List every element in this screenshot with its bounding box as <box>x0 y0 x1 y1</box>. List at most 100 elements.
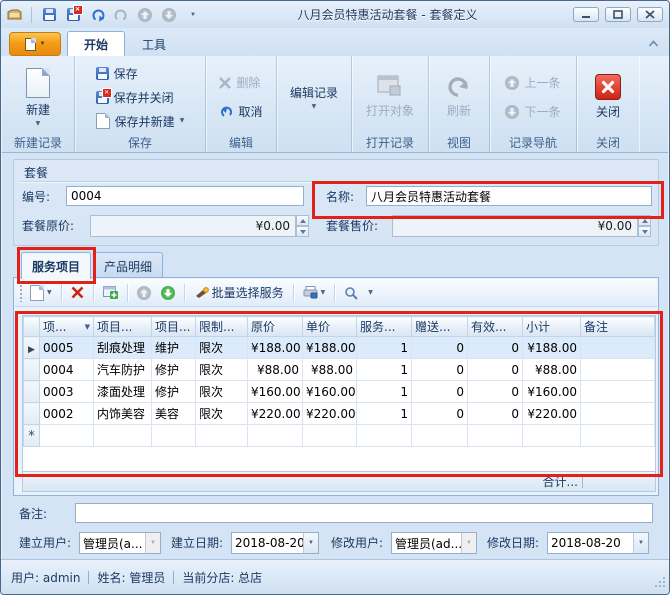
minimize-button[interactable] <box>573 7 599 22</box>
table-row[interactable]: ▶ 0005 刮痕处理 维护 限次 ¥188.00 ¥188.00 1 0 0 … <box>24 337 655 359</box>
cell[interactable]: 0 <box>468 337 523 359</box>
cell[interactable]: ¥160.00 <box>523 381 581 403</box>
batch-select-service-button[interactable]: 批量选择服务 <box>191 282 287 303</box>
cell[interactable]: 0 <box>468 403 523 425</box>
tab-start[interactable]: 开始 <box>67 31 125 56</box>
cell[interactable]: 限次 <box>196 359 248 381</box>
cell[interactable]: 0003 <box>40 381 94 403</box>
cell[interactable]: ¥188.00 <box>303 337 357 359</box>
cell[interactable] <box>248 425 303 447</box>
spin-up-button[interactable] <box>296 215 309 226</box>
combo-dropdown-button[interactable]: ▼ <box>633 533 648 553</box>
header-subtotal[interactable]: 小计 <box>523 317 581 337</box>
header-validity[interactable]: 有效... <box>468 317 523 337</box>
qat-customize-button[interactable]: ▼ <box>184 6 202 24</box>
cell[interactable]: 0005 <box>40 337 94 359</box>
cell[interactable] <box>581 403 655 425</box>
header-gift-count[interactable]: 赠送... <box>412 317 468 337</box>
edit-record-button[interactable]: 编辑记录 ▼ <box>282 82 346 112</box>
add-row-button[interactable]: ▼ <box>27 283 55 303</box>
cell[interactable] <box>581 425 655 447</box>
cell[interactable]: 1 <box>357 403 412 425</box>
cell[interactable]: 内饰美容 <box>94 403 152 425</box>
cell[interactable]: ¥88.00 <box>523 359 581 381</box>
cell[interactable]: 0 <box>468 359 523 381</box>
table-row[interactable]: 0003 漆面处理 修护 限次 ¥160.00 ¥160.00 1 0 0 ¥1… <box>24 381 655 403</box>
cell[interactable]: 0 <box>412 359 468 381</box>
cell[interactable]: 1 <box>357 337 412 359</box>
cell[interactable] <box>581 359 655 381</box>
remarks-input[interactable] <box>75 503 653 523</box>
new-button[interactable]: 新建 ▼ <box>18 66 58 129</box>
name-input[interactable] <box>366 186 652 206</box>
cell[interactable]: ¥160.00 <box>303 381 357 403</box>
cell[interactable] <box>581 381 655 403</box>
table-row[interactable]: 0004 汽车防护 修护 限次 ¥88.00 ¥88.00 1 0 0 ¥88.… <box>24 359 655 381</box>
maximize-button[interactable] <box>605 7 631 22</box>
cell[interactable]: 0 <box>412 381 468 403</box>
cell[interactable]: 1 <box>357 381 412 403</box>
cell[interactable]: ¥188.00 <box>523 337 581 359</box>
save-button[interactable]: 保存 <box>91 63 190 84</box>
resize-grip[interactable] <box>655 576 666 590</box>
number-input[interactable] <box>66 186 304 206</box>
cell[interactable]: 0004 <box>40 359 94 381</box>
header-item-name[interactable]: 项目... <box>94 317 152 337</box>
header-limit-type[interactable]: 限制... <box>196 317 248 337</box>
cell[interactable]: 1 <box>357 359 412 381</box>
cell[interactable]: 0 <box>412 403 468 425</box>
cell[interactable]: ¥88.00 <box>248 359 303 381</box>
toolbar-overflow-button[interactable]: ▼ <box>365 288 376 298</box>
preview-button[interactable] <box>341 284 361 302</box>
app-system-icon[interactable] <box>5 6 23 24</box>
move-down-button[interactable] <box>158 284 178 302</box>
tab-service-items[interactable]: 服务项目 <box>21 252 91 279</box>
cell[interactable] <box>412 425 468 447</box>
cell[interactable]: 0002 <box>40 403 94 425</box>
ribbon-collapse-button[interactable] <box>648 35 659 50</box>
save-and-new-button[interactable]: 保存并新建 ▼ <box>91 111 190 132</box>
header-item-code[interactable]: 项...▼ <box>40 317 94 337</box>
cell[interactable] <box>357 425 412 447</box>
application-menu-button[interactable]: ▼ <box>9 32 61 56</box>
close-window-button[interactable] <box>637 7 663 22</box>
cell[interactable]: 维护 <box>152 337 196 359</box>
header-original-price[interactable]: 原价 <box>248 317 303 337</box>
table-settings-button[interactable] <box>100 284 121 301</box>
cell[interactable] <box>523 425 581 447</box>
new-row[interactable]: * <box>24 425 655 447</box>
cell[interactable] <box>468 425 523 447</box>
cell[interactable]: 美容 <box>152 403 196 425</box>
header-item-category[interactable]: 项目... <box>152 317 196 337</box>
cell[interactable]: ¥220.00 <box>303 403 357 425</box>
header-service-count[interactable]: 服务... <box>357 317 412 337</box>
total-label[interactable]: 合计... <box>543 473 578 490</box>
undo-button[interactable] <box>88 6 106 24</box>
cancel-button[interactable]: 取消 <box>214 101 267 122</box>
cell[interactable] <box>581 337 655 359</box>
save-button-quick[interactable] <box>40 6 58 24</box>
cell[interactable]: 0 <box>412 337 468 359</box>
cell[interactable]: 限次 <box>196 381 248 403</box>
cell[interactable]: 0 <box>468 381 523 403</box>
header-unit-price[interactable]: 单价 <box>303 317 357 337</box>
cell[interactable]: 修护 <box>152 381 196 403</box>
spin-up-button[interactable] <box>638 215 651 226</box>
cell[interactable] <box>196 425 248 447</box>
tab-tools[interactable]: 工具 <box>125 31 183 56</box>
cell[interactable]: ¥188.00 <box>248 337 303 359</box>
save-close-button-quick[interactable]: ✕ <box>64 6 82 24</box>
combo-dropdown-button[interactable]: ▼ <box>303 533 318 553</box>
cell[interactable] <box>40 425 94 447</box>
save-and-close-button[interactable]: ✕ 保存并关闭 <box>91 87 190 108</box>
cell[interactable]: ¥220.00 <box>248 403 303 425</box>
spin-down-button[interactable] <box>638 226 651 237</box>
header-remarks[interactable]: 备注 <box>581 317 655 337</box>
cell[interactable] <box>152 425 196 447</box>
cell[interactable]: ¥88.00 <box>303 359 357 381</box>
table-row[interactable]: 0002 内饰美容 美容 限次 ¥220.00 ¥220.00 1 0 0 ¥2… <box>24 403 655 425</box>
tab-product-details[interactable]: 产品明细 <box>93 252 163 279</box>
cell[interactable] <box>303 425 357 447</box>
cell[interactable]: 限次 <box>196 337 248 359</box>
cell[interactable]: 汽车防护 <box>94 359 152 381</box>
